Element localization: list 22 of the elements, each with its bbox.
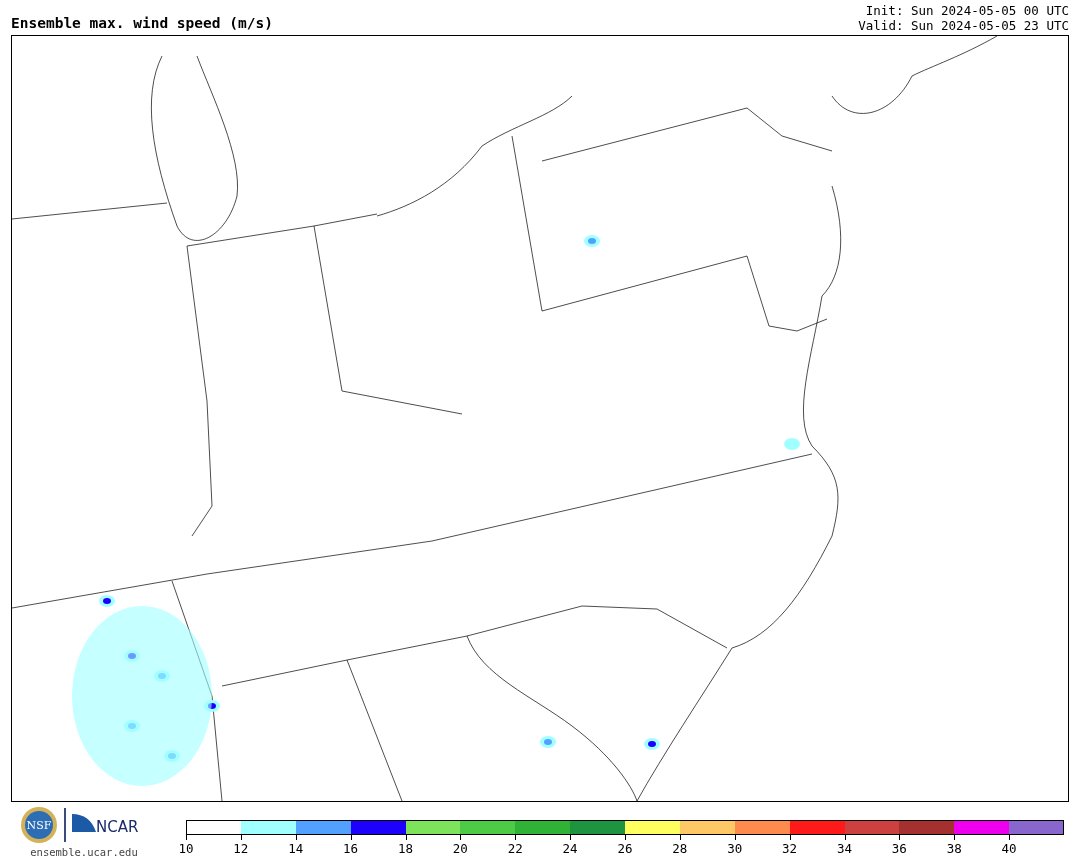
tick-label: 10 <box>178 841 194 856</box>
tick-label: 38 <box>946 841 962 856</box>
tick-label: 22 <box>507 841 523 856</box>
site-url: ensemble.ucar.edu <box>30 846 138 858</box>
init-time: Init: Sun 2024-05-05 00 UTC <box>865 3 1069 18</box>
ncar-logo: NCAR <box>72 812 148 838</box>
valid-time: Valid: Sun 2024-05-05 23 UTC <box>858 18 1069 33</box>
tick-label: 28 <box>672 841 688 856</box>
tick-label: 12 <box>233 841 249 856</box>
tick-label: 32 <box>782 841 798 856</box>
tick-label: 20 <box>452 841 468 856</box>
tick-label: 40 <box>1001 841 1017 856</box>
nsf-logo: NSF <box>20 806 58 844</box>
tick-label: 30 <box>727 841 743 856</box>
tick-label: 16 <box>343 841 359 856</box>
tick-label: 14 <box>288 841 304 856</box>
tick-label: 34 <box>836 841 853 856</box>
tick-label: 36 <box>891 841 907 856</box>
tick-label: 26 <box>617 841 633 856</box>
tick-label: 18 <box>397 841 414 856</box>
tick-label: 24 <box>562 841 578 856</box>
chart-title: Ensemble max. wind speed (m/s) <box>11 15 273 31</box>
